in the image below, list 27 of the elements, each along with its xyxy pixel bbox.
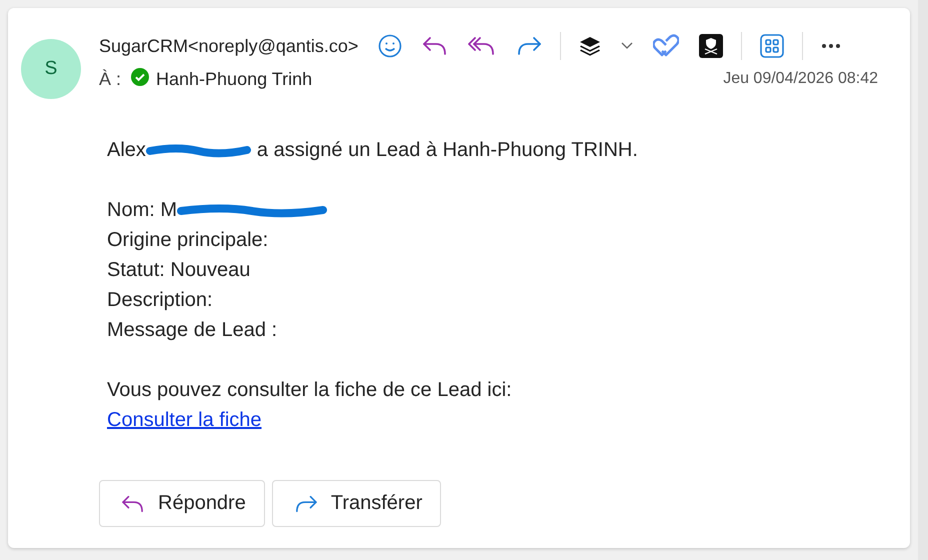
linked-shapes-icon[interactable]: [653, 33, 680, 59]
body-text: Nom: M: [107, 198, 177, 223]
date-text: Jeu 09/04/2026 08:42: [723, 70, 878, 88]
body-text: Alex: [107, 138, 146, 163]
forward-icon[interactable]: [516, 35, 542, 57]
avatar: S: [21, 39, 81, 99]
body-text: Statut: Nouveau: [107, 258, 250, 283]
body-text: Message de Lead :: [107, 318, 278, 343]
reply-button[interactable]: Répondre: [99, 480, 265, 527]
body-text: a assigné un Lead à Hanh-Phuong TRINH.: [256, 138, 638, 163]
layers-icon[interactable]: [579, 36, 602, 56]
apps-icon[interactable]: [760, 34, 784, 58]
chevron-icon[interactable]: [621, 42, 634, 50]
body-text: Vous pouvez consulter la fiche de ce Lead ici:: [107, 378, 512, 403]
view-record-link[interactable]: Consulter la fiche: [107, 405, 262, 435]
sender-name: SugarCRM<noreply@qantis.co>: [99, 36, 358, 56]
reply-icon[interactable]: [422, 35, 448, 57]
forward-button[interactable]: Transférer: [272, 480, 442, 527]
emoji-icon[interactable]: [378, 34, 402, 58]
recipient-name: Hanh-Phuong Trinh: [156, 68, 312, 90]
pirate-shield-icon[interactable]: [699, 34, 724, 58]
reply-icon: [120, 494, 146, 514]
more-icon[interactable]: [821, 43, 842, 49]
body-text: Origine principale:: [107, 228, 268, 253]
reply-all-icon[interactable]: [468, 35, 496, 57]
recipient-label: À :: [99, 68, 122, 90]
body-text: Description:: [107, 288, 213, 313]
